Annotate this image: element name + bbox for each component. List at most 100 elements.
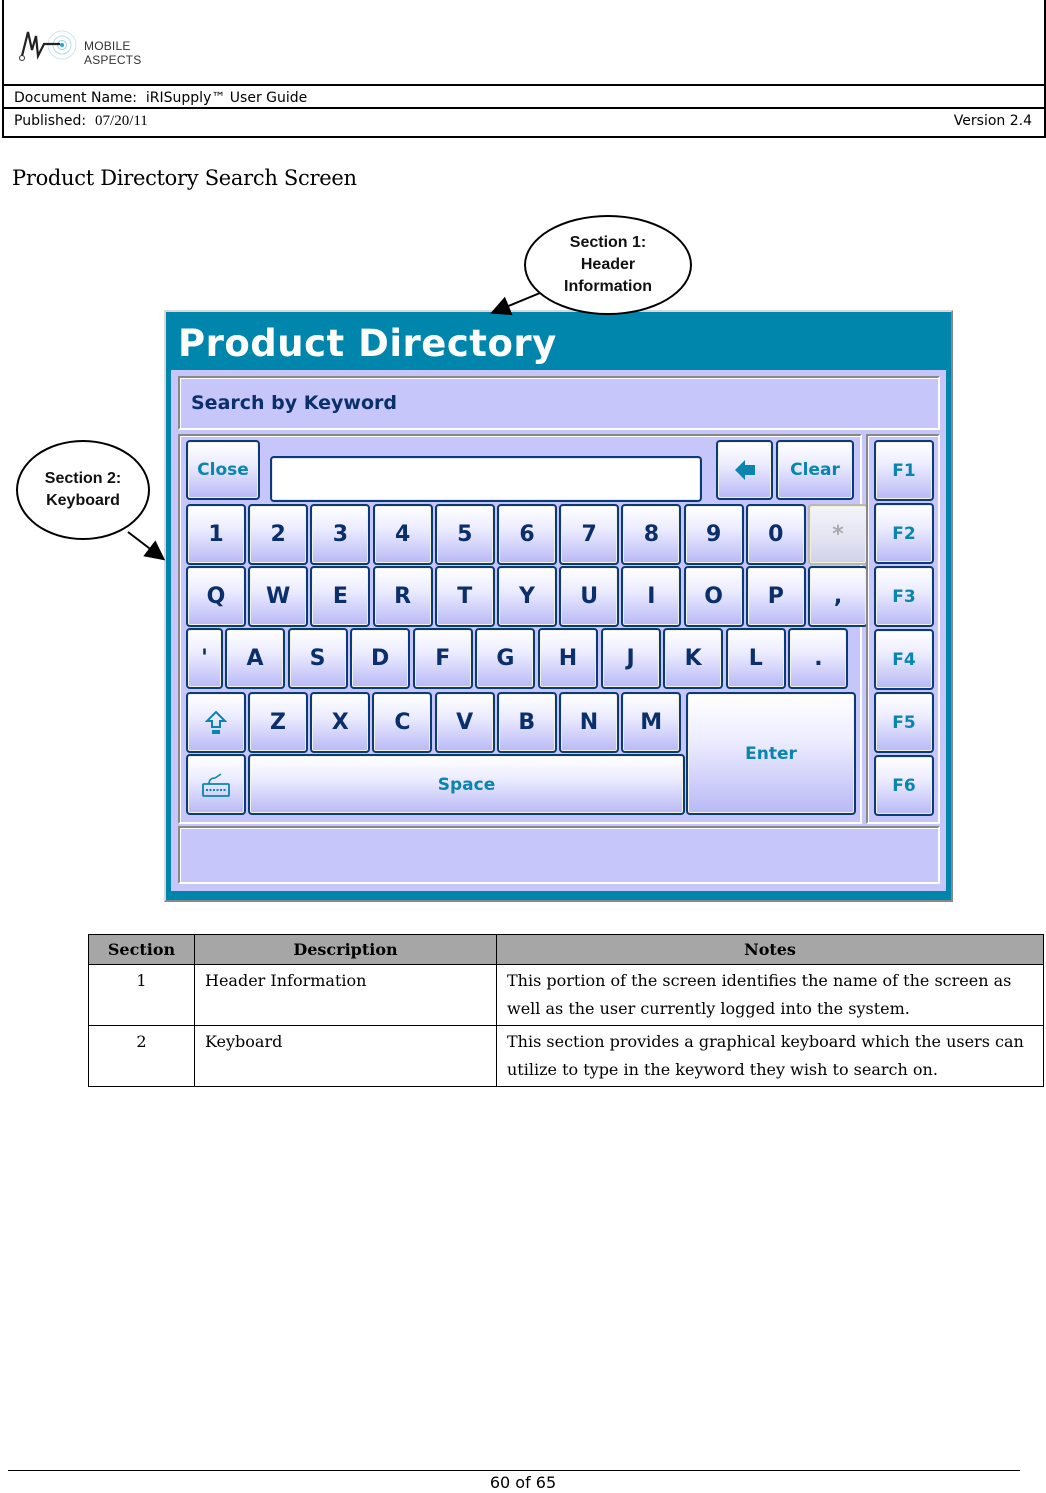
backspace-button[interactable]: [716, 440, 773, 500]
footer-divider: [8, 1470, 1020, 1471]
logo-row: MOBILE ASPECTS: [4, 0, 1044, 86]
table-header-row: Section Description Notes: [88, 934, 1044, 965]
product-directory-screen: Product Directory Search by Keyword Clos…: [164, 310, 953, 902]
key-e[interactable]: E: [310, 566, 371, 627]
key-k[interactable]: K: [663, 628, 724, 689]
clear-button[interactable]: Clear: [776, 440, 854, 500]
callout-line: Keyboard: [46, 492, 120, 509]
key-asterisk[interactable]: *: [808, 504, 868, 565]
space-button[interactable]: Space: [248, 754, 685, 815]
table-row: 1 Header Information This portion of the…: [88, 964, 1044, 1026]
key-6[interactable]: 6: [497, 504, 557, 565]
mobile-aspects-logo: MOBILE ASPECTS: [18, 26, 188, 67]
published-label: Published:: [14, 113, 87, 129]
status-bar: [178, 826, 940, 884]
key-s[interactable]: S: [287, 628, 348, 689]
shift-arrow-icon: [205, 710, 227, 734]
divider: [4, 107, 1044, 109]
key-comma[interactable]: ,: [808, 566, 868, 627]
table-row: 2 Keyboard This section provides a graph…: [88, 1025, 1044, 1087]
key-8[interactable]: 8: [621, 504, 682, 565]
function-key-f2[interactable]: F2: [874, 503, 934, 564]
callout-line: Information: [564, 278, 652, 295]
callout-line: Section 2:: [44, 470, 122, 487]
callout-2-arrow: [127, 531, 166, 561]
keyboard-icon: [202, 772, 230, 797]
published-date: 07/20/11: [95, 113, 148, 129]
cell-section: 1: [88, 964, 195, 1026]
cell-description: Keyboard: [194, 1025, 497, 1087]
function-key-f3[interactable]: F3: [874, 566, 934, 627]
shift-button[interactable]: [186, 692, 246, 753]
key-q[interactable]: Q: [186, 566, 246, 627]
key-l[interactable]: L: [725, 628, 786, 689]
cell-notes: This section provides a graphical keyboa…: [496, 1025, 1044, 1087]
keyboard-panel: Close Clear Space Enter 1 2 3 4 5 6 7 8 …: [178, 434, 868, 824]
function-key-f1[interactable]: F1: [874, 440, 934, 501]
callout-section-2: Section 2: Keyboard: [16, 440, 150, 540]
document-header: MOBILE ASPECTS Document Name: iRISupply™…: [2, 0, 1046, 138]
divider: [4, 84, 1044, 86]
key-z[interactable]: Z: [248, 692, 308, 753]
key-x[interactable]: X: [310, 692, 371, 753]
keyword-search-input[interactable]: [270, 456, 702, 502]
cell-section: 2: [88, 1025, 195, 1087]
key-5[interactable]: 5: [434, 504, 495, 565]
key-j[interactable]: J: [600, 628, 661, 689]
key-g[interactable]: G: [475, 628, 536, 689]
function-key-f6[interactable]: F6: [874, 755, 934, 816]
key-y[interactable]: Y: [497, 566, 557, 627]
key-4[interactable]: 4: [372, 504, 433, 565]
key-o[interactable]: O: [683, 566, 744, 627]
key-apostrophe[interactable]: ': [186, 628, 223, 689]
key-9[interactable]: 9: [683, 504, 744, 565]
key-t[interactable]: T: [434, 566, 495, 627]
key-c[interactable]: C: [372, 692, 433, 753]
key-p[interactable]: P: [745, 566, 806, 627]
key-7[interactable]: 7: [559, 504, 620, 565]
screen-title: Product Directory: [178, 322, 557, 365]
callout-line: Header: [580, 256, 636, 273]
screen-body: Search by Keyword Close Clear Space Ente…: [171, 370, 946, 891]
key-a[interactable]: A: [225, 628, 285, 689]
cell-notes: This portion of the screen identifies th…: [496, 964, 1044, 1026]
key-d[interactable]: D: [350, 628, 411, 689]
callout-section-1: Section 1: Header Information: [524, 215, 692, 315]
logo-text: MOBILE ASPECTS: [84, 39, 142, 67]
cell-description: Header Information: [194, 964, 497, 1026]
key-h[interactable]: H: [538, 628, 598, 689]
key-0[interactable]: 0: [745, 504, 806, 565]
published: Published: 07/20/11: [14, 113, 148, 130]
document-name: Document Name: iRISupply™ User Guide: [14, 90, 307, 106]
page-title: Product Directory Search Screen: [12, 166, 357, 190]
key-m[interactable]: M: [621, 692, 682, 753]
function-keys-panel: F1 F2 F3 F4 F5 F6: [866, 434, 940, 824]
enter-button[interactable]: Enter: [686, 692, 856, 815]
function-key-f4[interactable]: F4: [874, 629, 934, 690]
search-header-panel: Search by Keyword: [178, 376, 940, 430]
close-button[interactable]: Close: [186, 440, 260, 500]
sections-table: Section Description Notes 1 Header Infor…: [88, 934, 1044, 1087]
function-key-f5[interactable]: F5: [874, 692, 934, 753]
key-f[interactable]: F: [412, 628, 473, 689]
key-u[interactable]: U: [559, 566, 620, 627]
key-period[interactable]: .: [788, 628, 849, 689]
version: Version 2.4: [953, 113, 1032, 129]
key-i[interactable]: I: [621, 566, 682, 627]
keyboard-toggle-button[interactable]: [186, 754, 246, 815]
key-w[interactable]: W: [248, 566, 309, 627]
left-arrow-icon: [734, 460, 755, 480]
header-section: Section: [88, 934, 195, 965]
key-3[interactable]: 3: [310, 504, 371, 565]
key-b[interactable]: B: [496, 692, 557, 753]
callout-line: Section 1:: [569, 234, 647, 251]
search-by-keyword-label: Search by Keyword: [191, 392, 398, 414]
key-2[interactable]: 2: [248, 504, 309, 565]
key-n[interactable]: N: [559, 692, 619, 753]
key-v[interactable]: V: [434, 692, 495, 753]
key-1[interactable]: 1: [186, 504, 246, 565]
header-notes: Notes: [496, 934, 1044, 965]
page-number: 60 of 65: [489, 1473, 557, 1492]
key-r[interactable]: R: [372, 566, 433, 627]
document-name-value: iRISupply™ User Guide: [145, 90, 308, 106]
